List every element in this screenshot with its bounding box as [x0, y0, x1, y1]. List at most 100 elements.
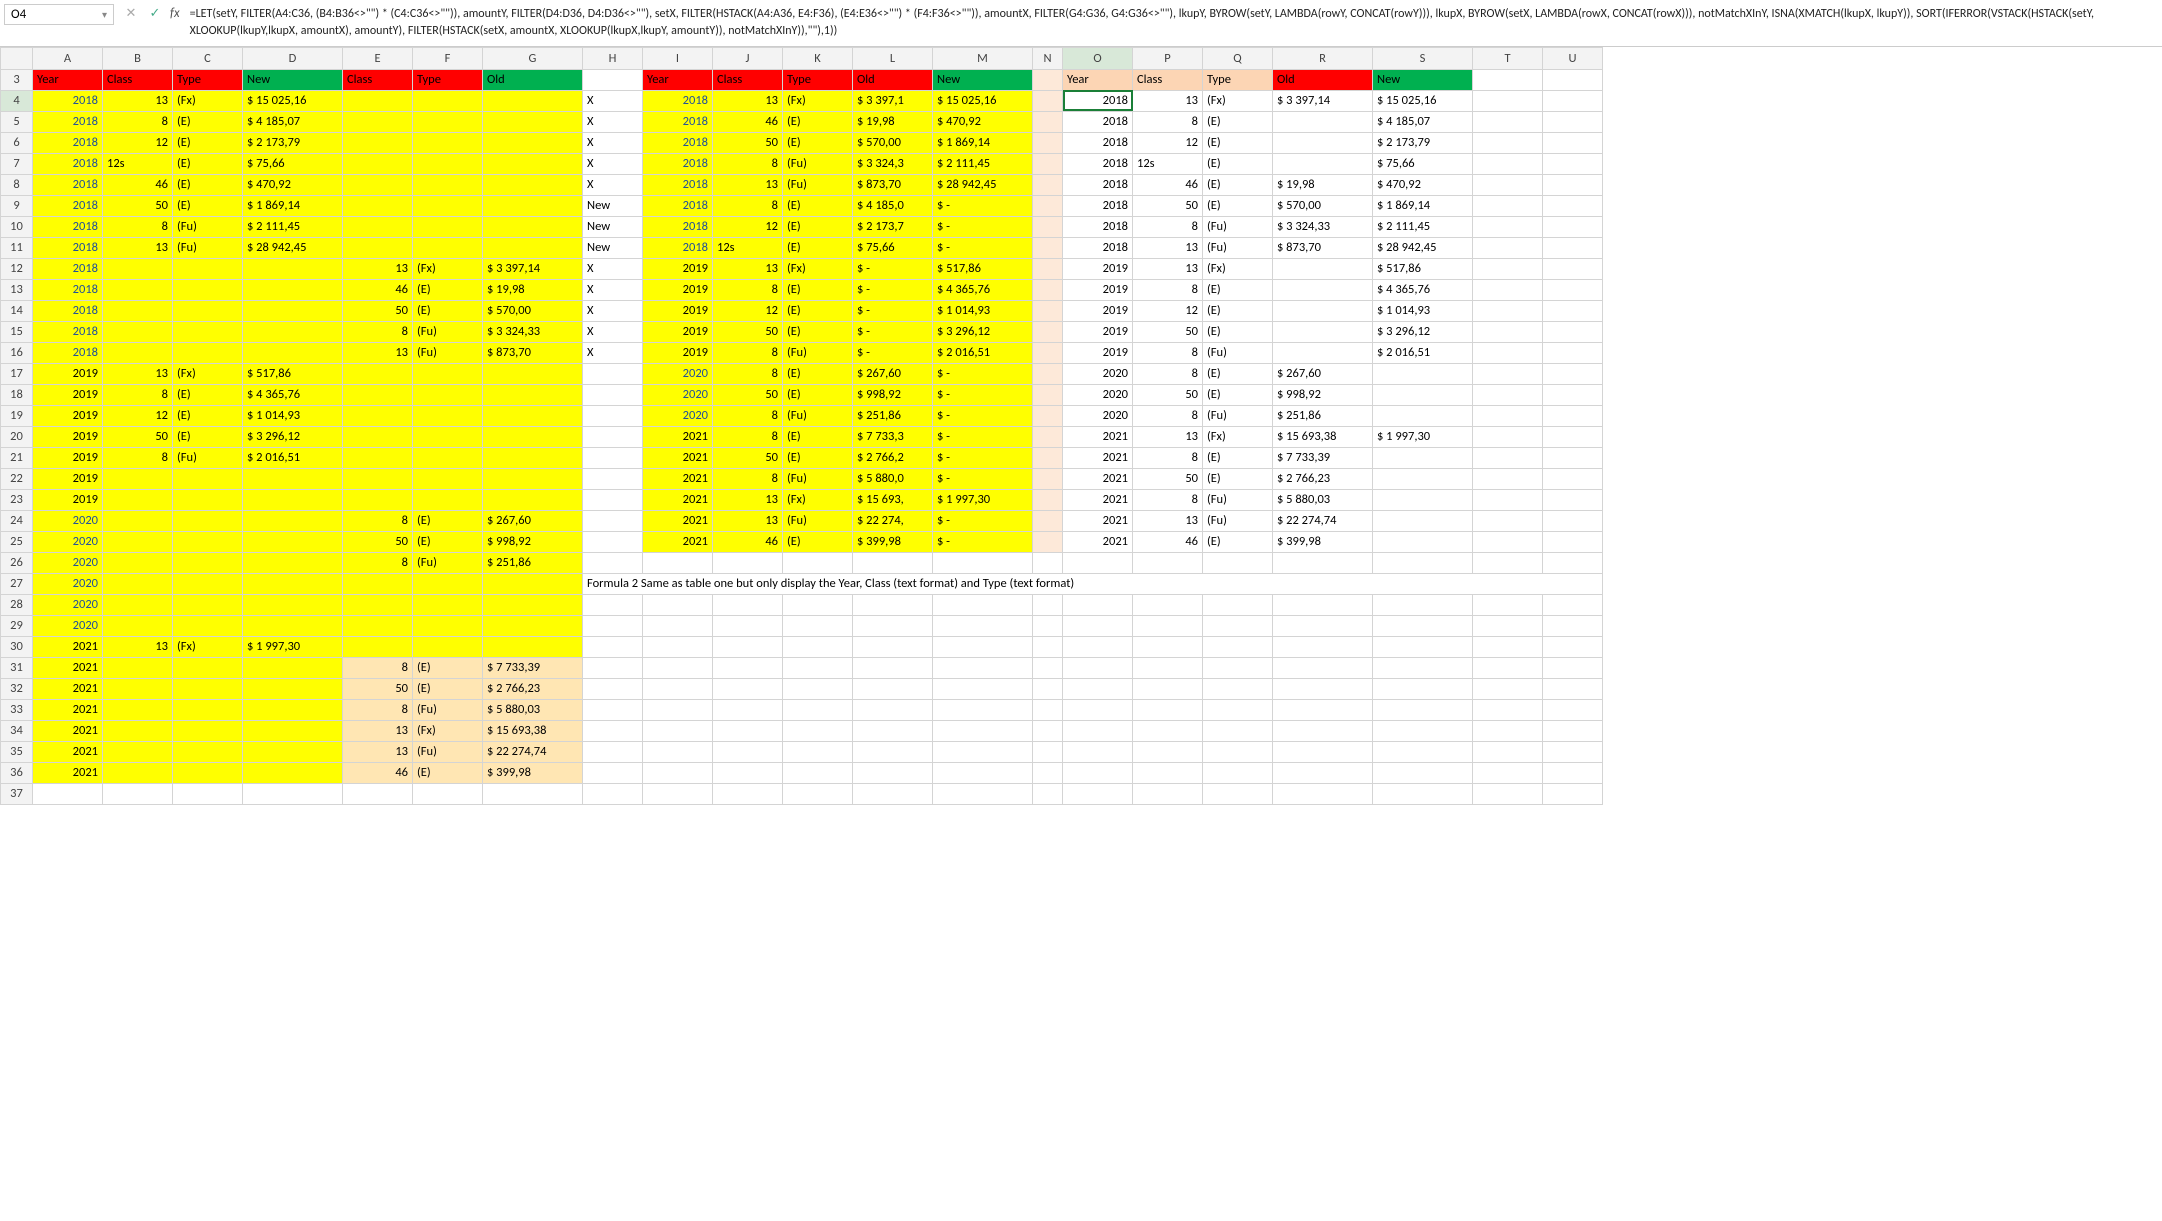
cell-K24[interactable]: (Fu): [783, 510, 853, 531]
cell-E11[interactable]: [343, 237, 413, 258]
cell-E22[interactable]: [343, 468, 413, 489]
cell-I6[interactable]: 2018: [643, 132, 713, 153]
cell-E16[interactable]: 13: [343, 342, 413, 363]
cell-O25[interactable]: 2021: [1063, 531, 1133, 552]
cell-J22[interactable]: 8: [713, 468, 783, 489]
row-header-37[interactable]: 37: [1, 783, 33, 804]
cell-E15[interactable]: 8: [343, 321, 413, 342]
row-header-14[interactable]: 14: [1, 300, 33, 321]
corner-cell[interactable]: [1, 47, 33, 69]
cell-B31[interactable]: [103, 657, 173, 678]
cell-M17[interactable]: $ -: [933, 363, 1033, 384]
cell-R22[interactable]: $ 2 766,23: [1273, 468, 1373, 489]
cell-F16[interactable]: (Fu): [413, 342, 483, 363]
cell-K35[interactable]: [783, 741, 853, 762]
cell-R4[interactable]: $ 3 397,14: [1273, 90, 1373, 111]
cell-M32[interactable]: [933, 678, 1033, 699]
cell-L12[interactable]: $ -: [853, 258, 933, 279]
cell-A17[interactable]: 2019: [33, 363, 103, 384]
cell-P23[interactable]: 8: [1133, 489, 1203, 510]
cell-H30[interactable]: [583, 636, 643, 657]
row-header-36[interactable]: 36: [1, 762, 33, 783]
cell-A9[interactable]: 2018: [33, 195, 103, 216]
cell-P32[interactable]: [1133, 678, 1203, 699]
cell-B12[interactable]: [103, 258, 173, 279]
cell-R6[interactable]: [1273, 132, 1373, 153]
cell-O34[interactable]: [1063, 720, 1133, 741]
cell-Q9[interactable]: (E): [1203, 195, 1273, 216]
cell-H22[interactable]: [583, 468, 643, 489]
cell-A7[interactable]: 2018: [33, 153, 103, 174]
cell-L32[interactable]: [853, 678, 933, 699]
cell-P19[interactable]: 8: [1133, 405, 1203, 426]
cell-Q11[interactable]: (Fu): [1203, 237, 1273, 258]
cell-A32[interactable]: 2021: [33, 678, 103, 699]
cell-E9[interactable]: [343, 195, 413, 216]
cell-Q26[interactable]: [1203, 552, 1273, 573]
cell-U19[interactable]: [1543, 405, 1603, 426]
cell-O10[interactable]: 2018: [1063, 216, 1133, 237]
cell-G5[interactable]: [483, 111, 583, 132]
cell-G35[interactable]: $ 22 274,74: [483, 741, 583, 762]
cell-R10[interactable]: $ 3 324,33: [1273, 216, 1373, 237]
cell-L33[interactable]: [853, 699, 933, 720]
cell-S36[interactable]: [1373, 762, 1473, 783]
cell-I31[interactable]: [643, 657, 713, 678]
cell-H20[interactable]: [583, 426, 643, 447]
col-header-P[interactable]: P: [1133, 47, 1203, 69]
cell-P22[interactable]: 50: [1133, 468, 1203, 489]
header-G[interactable]: Old: [483, 69, 583, 90]
cell-L8[interactable]: $ 873,70: [853, 174, 933, 195]
header-F[interactable]: Type: [413, 69, 483, 90]
col-header-U[interactable]: U: [1543, 47, 1603, 69]
cell-P28[interactable]: [1133, 594, 1203, 615]
cell-E29[interactable]: [343, 615, 413, 636]
cell-M13[interactable]: $ 4 365,76: [933, 279, 1033, 300]
cell-D32[interactable]: [243, 678, 343, 699]
cell-J12[interactable]: 13: [713, 258, 783, 279]
row-header-10[interactable]: 10: [1, 216, 33, 237]
col-header-L[interactable]: L: [853, 47, 933, 69]
cell-A27[interactable]: 2020: [33, 573, 103, 594]
cell-N6[interactable]: [1033, 132, 1063, 153]
header-H[interactable]: [583, 69, 643, 90]
cell-N21[interactable]: [1033, 447, 1063, 468]
cell-M26[interactable]: [933, 552, 1033, 573]
cell-R8[interactable]: $ 19,98: [1273, 174, 1373, 195]
cell-K20[interactable]: (E): [783, 426, 853, 447]
cell-U22[interactable]: [1543, 468, 1603, 489]
cell-I33[interactable]: [643, 699, 713, 720]
cell-J28[interactable]: [713, 594, 783, 615]
cell-H28[interactable]: [583, 594, 643, 615]
spreadsheet-grid[interactable]: ABCDEFGHIJKLMNOPQRSTU3YearClassTypeNewCl…: [0, 47, 2162, 805]
cell-G8[interactable]: [483, 174, 583, 195]
cell-U29[interactable]: [1543, 615, 1603, 636]
cell-S35[interactable]: [1373, 741, 1473, 762]
cell-C20[interactable]: (E): [173, 426, 243, 447]
row-header-18[interactable]: 18: [1, 384, 33, 405]
cell-B10[interactable]: 8: [103, 216, 173, 237]
cell-S25[interactable]: [1373, 531, 1473, 552]
cell-H5[interactable]: X: [583, 111, 643, 132]
cell-D26[interactable]: [243, 552, 343, 573]
cell-U18[interactable]: [1543, 384, 1603, 405]
cell-Q31[interactable]: [1203, 657, 1273, 678]
cell-K15[interactable]: (E): [783, 321, 853, 342]
cell-T9[interactable]: [1473, 195, 1543, 216]
cell-E17[interactable]: [343, 363, 413, 384]
cell-R37[interactable]: [1273, 783, 1373, 804]
cell-F10[interactable]: [413, 216, 483, 237]
cell-Q19[interactable]: (Fu): [1203, 405, 1273, 426]
cell-J11[interactable]: 12s: [713, 237, 783, 258]
cell-S19[interactable]: [1373, 405, 1473, 426]
cell-H24[interactable]: [583, 510, 643, 531]
cell-G10[interactable]: [483, 216, 583, 237]
cell-S30[interactable]: [1373, 636, 1473, 657]
cell-F22[interactable]: [413, 468, 483, 489]
cell-B17[interactable]: 13: [103, 363, 173, 384]
cell-T15[interactable]: [1473, 321, 1543, 342]
row-header-3[interactable]: 3: [1, 69, 33, 90]
cell-B21[interactable]: 8: [103, 447, 173, 468]
header-P[interactable]: Class: [1133, 69, 1203, 90]
cell-N12[interactable]: [1033, 258, 1063, 279]
